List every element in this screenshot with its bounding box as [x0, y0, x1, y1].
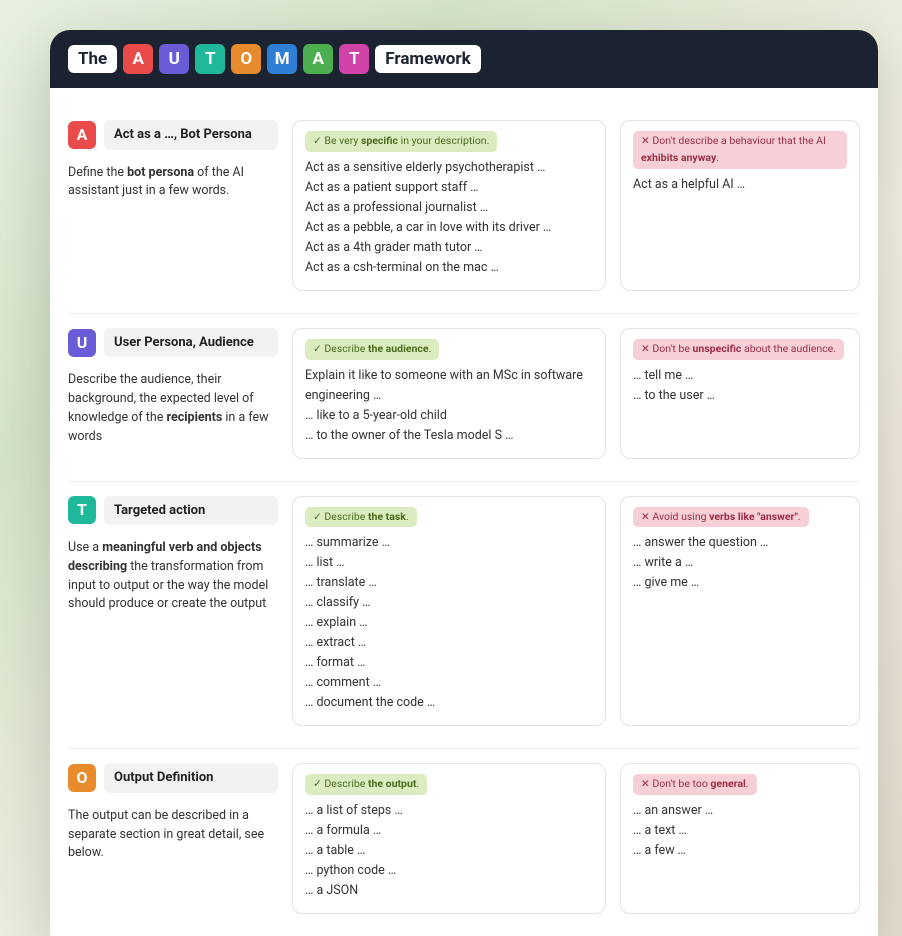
header-letter: T [339, 44, 369, 74]
good-examples: … summarize … … list … … translate … … c… [305, 533, 593, 713]
row-letter-icon: T [68, 496, 96, 524]
good-badge: Describe the output. [305, 774, 427, 795]
bad-examples: Act as a helpful AI … [633, 175, 847, 195]
good-badge: Be very specific in your description. [305, 131, 497, 152]
row-letter-icon: A [68, 121, 96, 149]
row-title: Targeted action [104, 496, 278, 526]
row-letter-icon: O [68, 764, 96, 792]
good-examples: Act as a sensitive elderly psychotherapi… [305, 158, 593, 278]
row-title: Act as a …, Bot Persona [104, 120, 278, 150]
framework-row: A Act as a …, Bot Persona Define the bot p… [68, 106, 860, 314]
row-left: T Targeted action Use a meaningful verb an… [68, 496, 278, 727]
bad-panel: Don't be too general. … an answer … … a t… [620, 763, 860, 914]
row-description: Use a meaningful verb and objects descri… [68, 539, 278, 614]
row-heading: O Output Definition [68, 763, 278, 793]
header-letter: T [195, 44, 225, 74]
header-letter: A [123, 44, 153, 74]
header-letter: O [231, 44, 261, 74]
good-panel: Describe the audience. Explain it like to… [292, 328, 606, 459]
good-examples: … a list of steps … … a formula … … a ta… [305, 801, 593, 901]
framework-card: The AUTOMAT Framework AAct as a …, Bot P… [50, 30, 878, 936]
bad-badge: Don't describe a behaviour that the AI e… [633, 131, 847, 169]
row-heading: T Targeted action [68, 496, 278, 526]
row-description: The output can be described in a separat… [68, 807, 278, 863]
row-description: Describe the audience, their background,… [68, 371, 278, 446]
framework-row: T Targeted action Use a meaningful verb an… [68, 482, 860, 750]
header-suffix: Framework [375, 45, 480, 73]
bad-panel: Avoid using verbs like "answer". … answer… [620, 496, 860, 727]
bad-examples: … an answer … … a text … … a few … [633, 801, 847, 861]
row-letter-icon: U [68, 329, 96, 357]
row-left: A Act as a …, Bot Persona Define the bot p… [68, 120, 278, 291]
bad-examples: … tell me … … to the user … [633, 366, 847, 406]
bad-badge: Don't be unspecific about the audience. [633, 339, 844, 360]
good-badge: Describe the task. [305, 507, 417, 528]
good-badge: Describe the audience. [305, 339, 439, 360]
good-panel: Be very specific in your description. Act… [292, 120, 606, 291]
bad-panel: Don't describe a behaviour that the AI e… [620, 120, 860, 291]
bad-panel: Don't be unspecific about the audience. …… [620, 328, 860, 459]
bad-examples: … answer the question … … write a … … gi… [633, 533, 847, 593]
row-left: U User Persona, Audience Describe the audi… [68, 328, 278, 459]
header-letters: AUTOMAT [123, 44, 369, 74]
card-body: A Act as a …, Bot Persona Define the bot p… [50, 88, 878, 936]
row-title: User Persona, Audience [104, 328, 278, 358]
row-description: Define the bot persona of the AI assista… [68, 164, 278, 202]
good-panel: Describe the task. … summarize … … list …… [292, 496, 606, 727]
header-letter: M [267, 44, 297, 74]
header-letter: U [159, 44, 189, 74]
card-header: The AUTOMAT Framework [50, 30, 878, 88]
bad-badge: Avoid using verbs like "answer". [633, 507, 809, 528]
header-letter: A [303, 44, 333, 74]
good-panel: Describe the output. … a list of steps … … [292, 763, 606, 914]
good-examples: Explain it like to someone with an MSc i… [305, 366, 593, 446]
framework-row: O Output Definition The output can be desc… [68, 749, 860, 936]
row-title: Output Definition [104, 763, 278, 793]
row-heading: U User Persona, Audience [68, 328, 278, 358]
row-heading: A Act as a …, Bot Persona [68, 120, 278, 150]
row-left: O Output Definition The output can be desc… [68, 763, 278, 914]
header-prefix: The [68, 45, 117, 73]
bad-badge: Don't be too general. [633, 774, 757, 795]
framework-row: U User Persona, Audience Describe the audi… [68, 314, 860, 482]
